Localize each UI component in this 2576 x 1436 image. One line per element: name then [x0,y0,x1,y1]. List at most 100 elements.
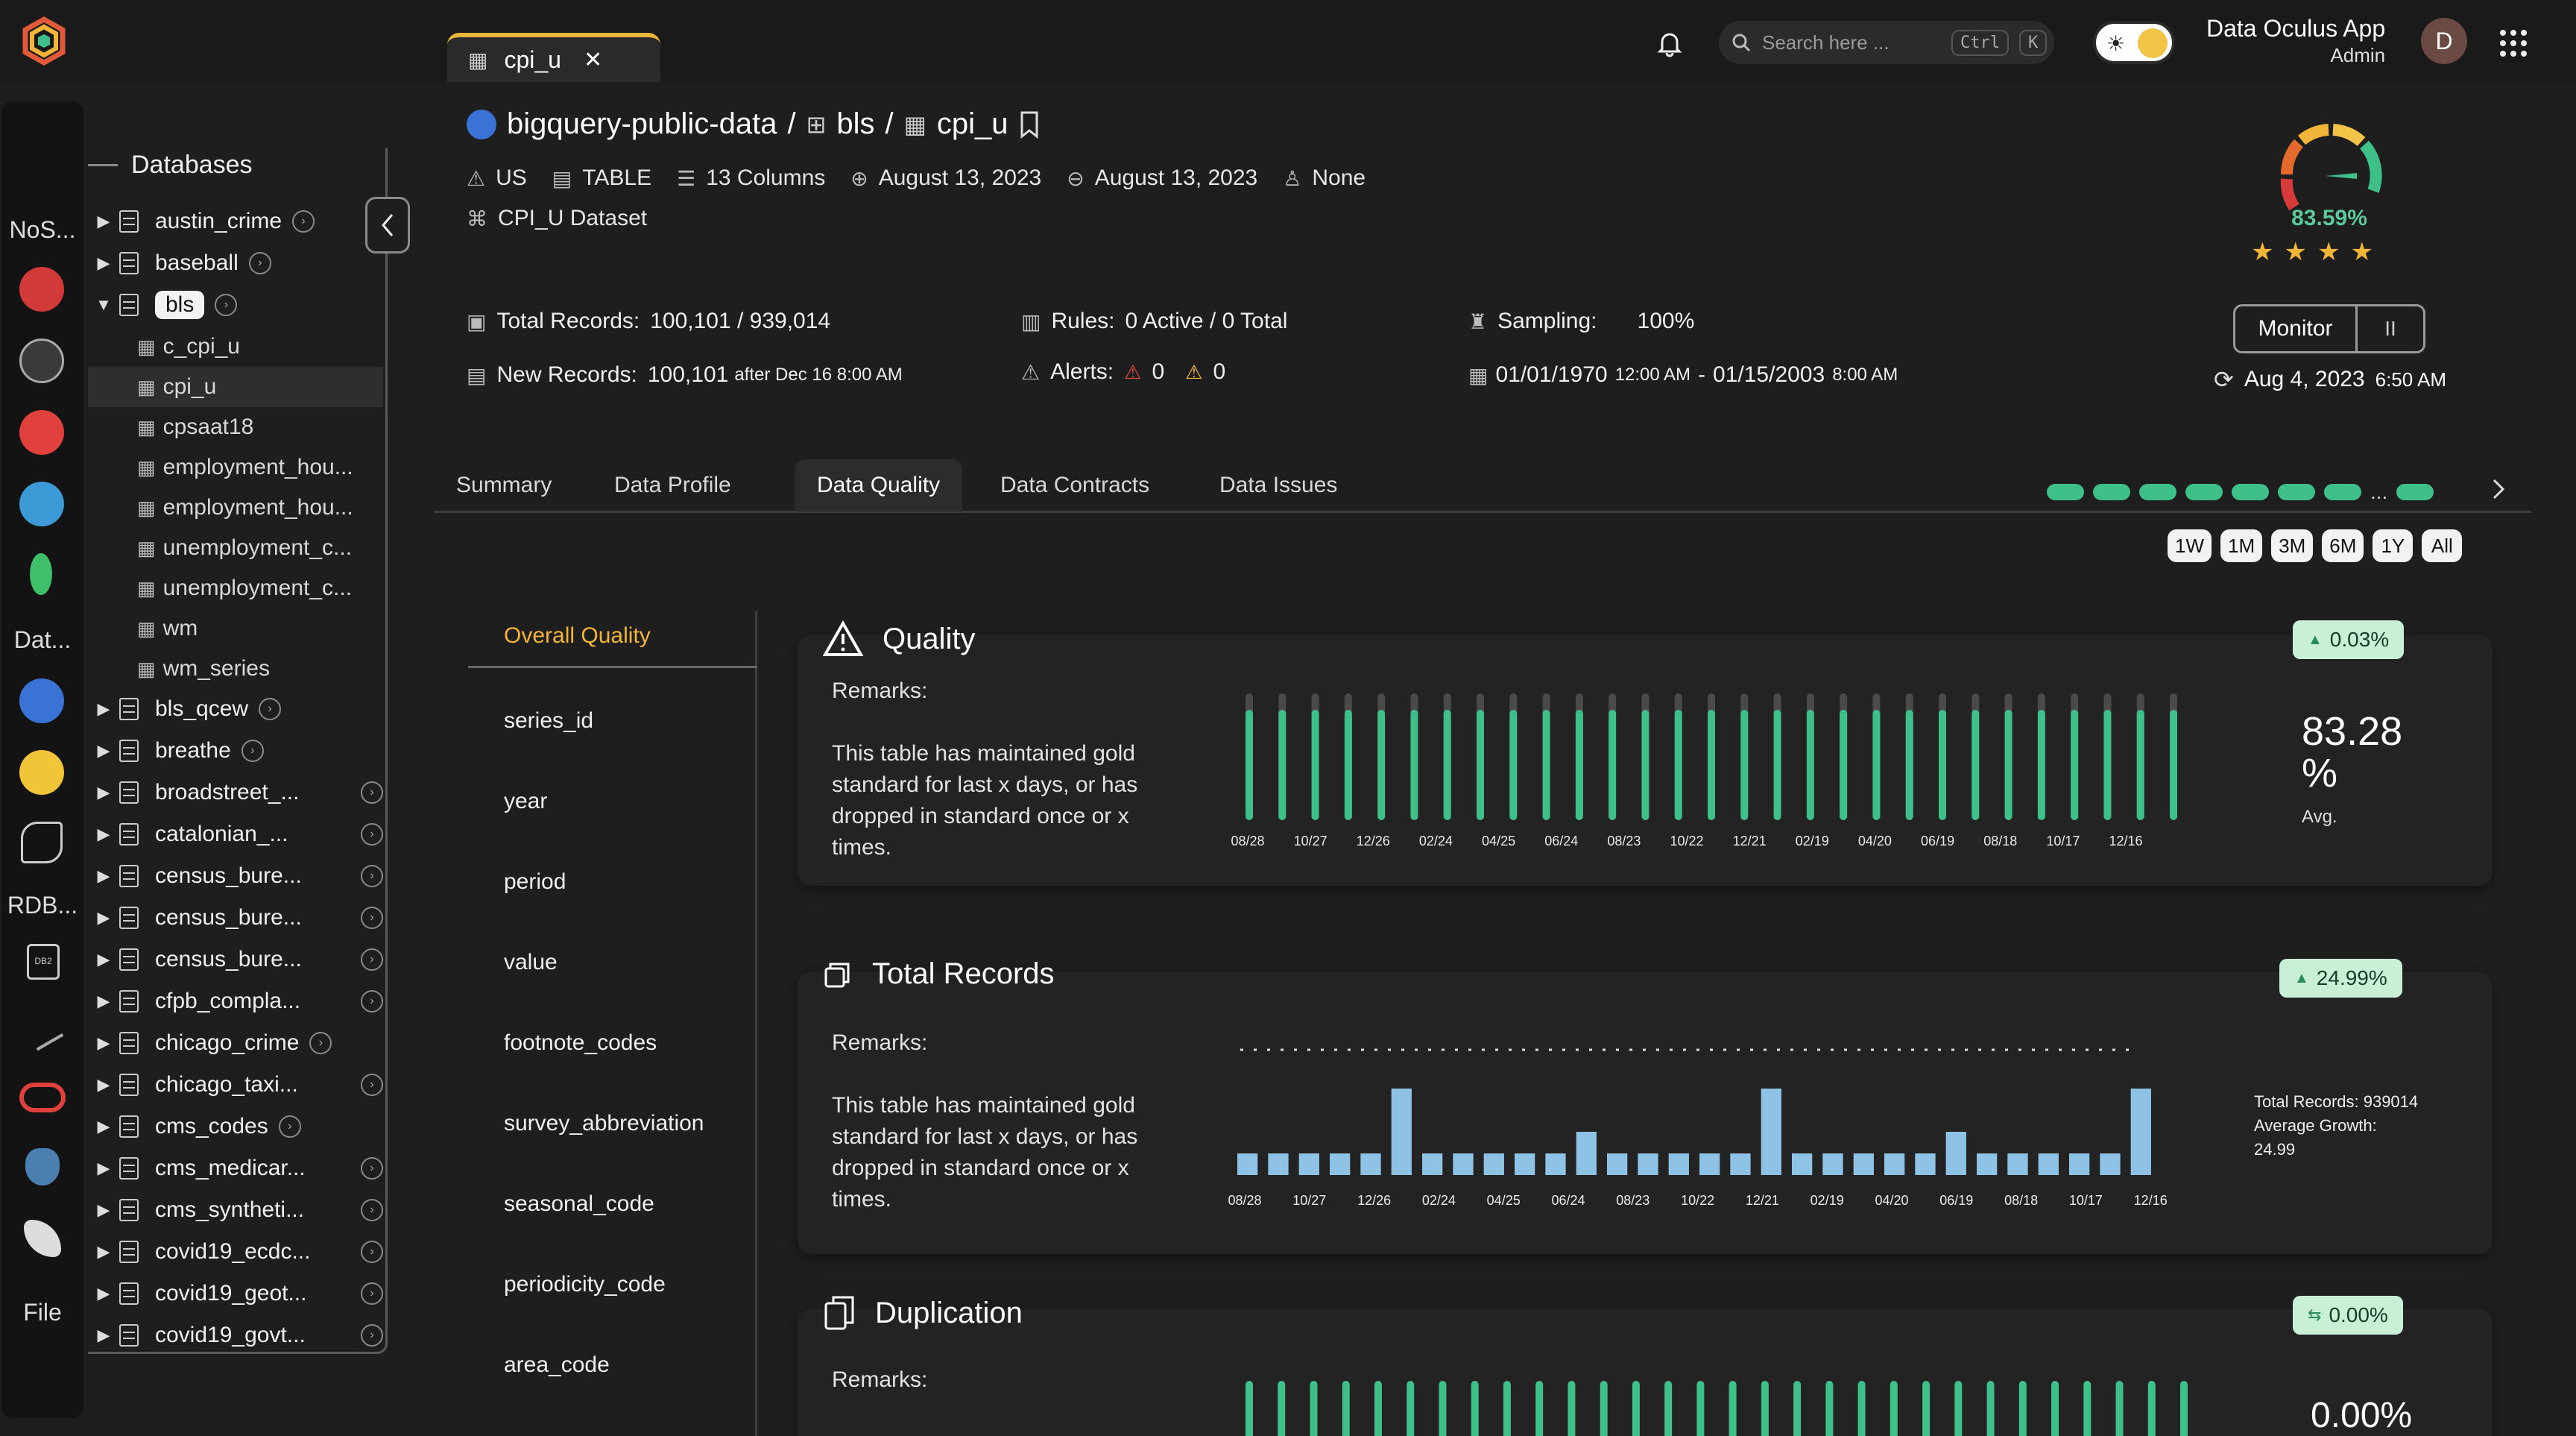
rail-label-nosql[interactable]: NoS... [1,216,83,244]
bookmark-icon[interactable] [1019,110,1040,139]
range-1y[interactable]: 1Y [2373,529,2414,562]
sql-server-icon[interactable] [24,1220,61,1257]
database-item[interactable]: ▶ catalonian_... › [88,814,383,854]
table-item[interactable]: ▦ c_cpi_u [88,327,383,367]
couchbase-icon[interactable] [19,338,64,383]
caret-right-icon[interactable]: ▶ [88,783,119,802]
database-item[interactable]: ▶ covid19_ecdc... › [88,1232,383,1272]
caret-right-icon[interactable]: ▶ [88,253,119,273]
mongodb-icon[interactable] [30,553,52,595]
postgresql-icon[interactable] [25,1148,60,1185]
range-all[interactable]: All [2422,529,2463,562]
mysql-icon[interactable] [22,1010,64,1051]
nav-survey-abbreviation[interactable]: survey_abbreviation [504,1111,704,1136]
avatar[interactable]: D [2421,18,2467,64]
run-status-pill[interactable] [2185,484,2223,500]
database-item[interactable]: ▼ bls › [88,285,383,325]
run-status-pill[interactable] [2396,484,2434,500]
notification-bell-icon[interactable] [1655,28,1685,58]
open-database-icon[interactable]: › [259,698,282,720]
nav-overall-quality[interactable]: Overall Quality [504,623,651,649]
caret-right-icon[interactable]: ▶ [88,1242,119,1262]
caret-right-icon[interactable]: ▶ [88,1117,119,1136]
caret-right-icon[interactable]: ▶ [88,1033,119,1053]
database-item[interactable]: ▶ census_bure... › [88,939,383,980]
open-database-icon[interactable]: › [361,907,383,929]
caret-right-icon[interactable]: ▶ [88,699,119,719]
run-status-pill[interactable] [2278,484,2315,500]
rail-label-data[interactable]: Dat... [1,626,83,654]
caret-right-icon[interactable]: ▶ [88,212,119,231]
open-database-icon[interactable]: › [361,1324,383,1347]
nav-periodicity-code[interactable]: periodicity_code [504,1272,666,1297]
oracle-icon[interactable] [19,1083,66,1112]
tab-data-quality[interactable]: Data Quality [795,459,963,511]
table-item[interactable]: ▦ cpsaat18 [88,407,383,447]
database-item[interactable]: ▶ chicago_crime › [88,1023,383,1063]
database-item[interactable]: ▶ census_bure... › [88,856,383,896]
nav-period[interactable]: period [504,869,566,895]
open-database-icon[interactable]: › [361,1074,383,1096]
caret-right-icon[interactable]: ▶ [88,1326,119,1345]
table-item[interactable]: ▦ unemployment_c... [88,528,383,568]
open-database-icon[interactable]: › [361,823,383,845]
database-item[interactable]: ▶ cms_syntheti... › [88,1190,383,1230]
caret-right-icon[interactable]: ▶ [88,992,119,1011]
caret-right-icon[interactable]: ▶ [88,866,119,886]
table-item[interactable]: ▦ employment_hou... [88,488,383,528]
open-database-icon[interactable]: › [361,1199,383,1221]
mariadb-icon[interactable] [21,822,63,863]
table-item[interactable]: ▦ employment_hou... [88,447,383,488]
couchdb-icon[interactable] [19,410,64,455]
close-tab-icon[interactable]: ✕ [584,47,602,73]
bigquery-icon[interactable] [19,678,64,723]
database-item[interactable]: ▶ bls_qcew › [88,689,383,729]
open-database-icon[interactable]: › [361,1157,383,1180]
breadcrumb-dataset[interactable]: bls [836,107,874,141]
open-database-icon[interactable]: › [361,990,383,1013]
dynamodb-icon[interactable] [19,482,64,526]
rail-label-rdb[interactable]: RDB... [1,892,83,919]
open-database-icon[interactable]: › [361,1241,383,1263]
database-item[interactable]: ▶ cms_medicar... › [88,1148,383,1188]
database-item[interactable]: ▶ chicago_taxi... › [88,1065,383,1105]
tab-data-profile[interactable]: Data Profile [592,459,754,511]
database-item[interactable]: ▶ cfpb_compla... › [88,981,383,1021]
table-item[interactable]: ▦ wm_series [88,649,383,689]
nav-footnote-codes[interactable]: footnote_codes [504,1030,657,1056]
range-1w[interactable]: 1W [2168,529,2212,562]
database-item[interactable]: ▶ austin_crime › [88,201,383,242]
caret-right-icon[interactable]: ▶ [88,1284,119,1303]
range-1m[interactable]: 1M [2220,529,2263,562]
database-item[interactable]: ▶ breathe › [88,731,383,771]
nav-value[interactable]: value [504,950,558,975]
date-range-stat[interactable]: ▦ 01/01/1970 12:00 AM - 01/15/2003 8:00 … [1468,362,1898,388]
global-search[interactable]: Ctrl K [1719,21,2054,64]
breadcrumb-project[interactable]: bigquery-public-data [507,107,777,141]
open-database-icon[interactable]: › [361,1282,383,1305]
tab-data-contracts[interactable]: Data Contracts [978,459,1172,511]
open-database-icon[interactable]: › [215,294,238,316]
database-item[interactable]: ▶ baseball › [88,243,383,283]
open-database-icon[interactable]: › [292,210,315,233]
run-status-pill[interactable] [2093,484,2130,500]
caret-right-icon[interactable]: ▶ [88,741,119,760]
monitor-button[interactable]: Monitor [2235,306,2358,351]
range-3m[interactable]: 3M [2271,529,2314,562]
app-logo-icon[interactable] [19,16,69,66]
database-item[interactable]: ▶ covid19_govt... › [88,1315,383,1355]
caret-right-icon[interactable]: ▶ [88,825,119,844]
database-item[interactable]: ▶ covid19_geot... › [88,1273,383,1314]
apps-grid-icon[interactable] [2498,28,2528,58]
user-info[interactable]: Data Oculus App Admin [2206,15,2385,67]
open-database-icon[interactable]: › [248,252,271,274]
range-6m[interactable]: 6M [2322,529,2364,562]
caret-right-icon[interactable]: ▶ [88,950,119,969]
caret-down-icon[interactable]: ▼ [88,295,119,315]
tab-summary[interactable]: Summary [434,459,574,511]
hadoop-icon[interactable] [19,750,64,795]
nav-year[interactable]: year [504,789,547,814]
open-database-icon[interactable]: › [361,781,383,804]
open-database-icon[interactable]: › [361,948,383,971]
nav-series-id[interactable]: series_id [504,708,593,734]
